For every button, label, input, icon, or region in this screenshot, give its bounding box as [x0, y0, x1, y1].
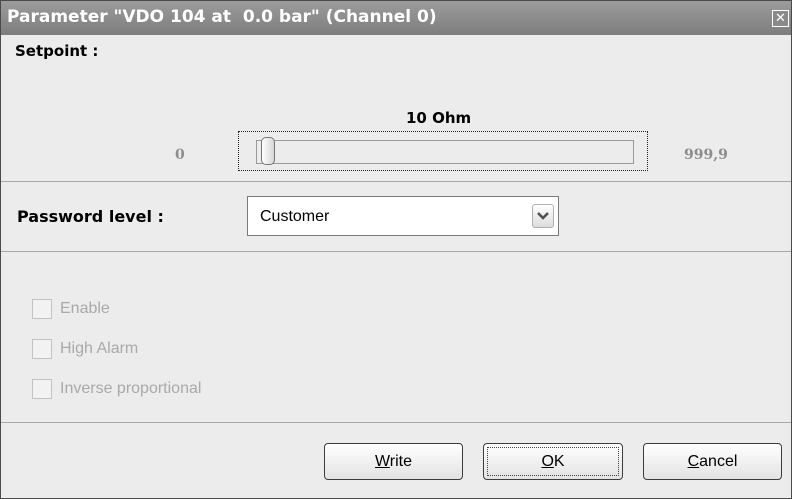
cancel-mnemonic: C	[687, 453, 700, 470]
divider	[1, 251, 791, 252]
enable-checkbox-label: Enable	[60, 300, 110, 317]
cancel-label: ancel	[699, 453, 738, 470]
inverse-proportional-checkbox[interactable]	[32, 379, 52, 399]
password-level-value: Customer	[260, 208, 330, 225]
cancel-button[interactable]: Cancel	[643, 443, 782, 480]
high-alarm-checkbox[interactable]	[32, 339, 52, 359]
setpoint-slider-thumb[interactable]	[260, 137, 275, 165]
ok-mnemonic: O	[541, 453, 554, 470]
enable-checkbox[interactable]	[32, 299, 52, 319]
setpoint-slider-track[interactable]	[256, 140, 634, 164]
setpoint-label: Setpoint :	[15, 42, 99, 60]
password-level-select[interactable]: Customer	[247, 196, 559, 236]
window-title: Parameter "VDO 104 at 0.0 bar" (Channel …	[7, 7, 437, 27]
chevron-down-icon	[537, 212, 549, 220]
write-label: rite	[389, 453, 413, 470]
setpoint-value: 10 Ohm	[406, 109, 472, 127]
dropdown-button[interactable]	[532, 204, 554, 228]
divider	[1, 422, 791, 423]
title-bar[interactable]: Parameter "VDO 104 at 0.0 bar" (Channel …	[1, 1, 791, 35]
close-icon[interactable]: ✕	[772, 10, 789, 27]
ok-button[interactable]: OK	[483, 443, 623, 480]
password-level-label: Password level :	[17, 207, 164, 226]
ok-label: K	[553, 453, 565, 470]
divider	[1, 181, 791, 182]
inverse-proportional-checkbox-label: Inverse proportional	[60, 380, 202, 397]
write-mnemonic: W	[374, 453, 390, 470]
parameter-dialog: Parameter "VDO 104 at 0.0 bar" (Channel …	[0, 0, 792, 499]
high-alarm-checkbox-label: High Alarm	[60, 340, 139, 357]
slider-min-label: 0	[175, 147, 185, 163]
slider-max-label: 999,9	[684, 147, 728, 163]
write-button[interactable]: Write	[324, 443, 463, 480]
